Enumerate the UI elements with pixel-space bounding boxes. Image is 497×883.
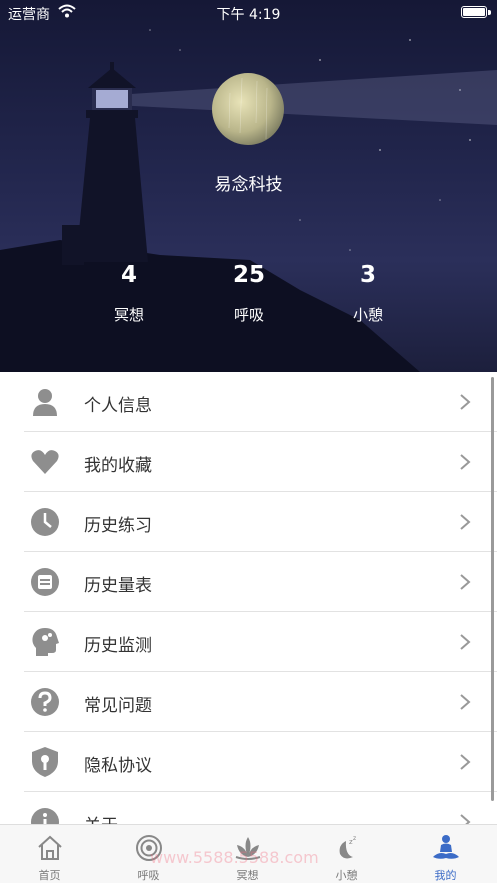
watermark: www.5588.5588.com bbox=[150, 848, 319, 867]
chevron-right-icon bbox=[460, 634, 471, 650]
menu-item-label: 历史练习 bbox=[84, 516, 152, 536]
menu-item-faq[interactable]: 常见问题 bbox=[24, 672, 497, 732]
stat-meditation[interactable]: 4 冥想 bbox=[84, 262, 174, 325]
meditator-icon bbox=[433, 835, 459, 859]
question-icon bbox=[31, 688, 59, 716]
tab-mine[interactable]: 我的 bbox=[396, 825, 495, 883]
stat-value: 25 bbox=[232, 262, 265, 288]
menu-item-label: 个人信息 bbox=[84, 396, 152, 416]
menu-item-label: 历史监测 bbox=[84, 636, 152, 656]
chevron-right-icon bbox=[460, 514, 471, 530]
menu-item-monitor-history[interactable]: 历史监测 bbox=[24, 612, 497, 672]
menu-item-about[interactable]: 关于 bbox=[24, 792, 497, 824]
avatar[interactable] bbox=[212, 73, 284, 145]
menu-item-practice-history[interactable]: 历史练习 bbox=[24, 492, 497, 552]
stat-breathing[interactable]: 25 呼吸 bbox=[204, 262, 294, 325]
heart-icon bbox=[31, 450, 59, 474]
person-icon bbox=[33, 389, 57, 416]
stat-label: 小憩 bbox=[352, 306, 383, 324]
stat-label: 冥想 bbox=[113, 306, 144, 324]
tab-label: 小憩 bbox=[335, 869, 358, 882]
stat-label: 呼吸 bbox=[233, 306, 264, 324]
stat-value: 3 bbox=[359, 262, 376, 288]
chevron-right-icon bbox=[460, 814, 471, 824]
chevron-right-icon bbox=[460, 454, 471, 470]
info-icon bbox=[31, 808, 59, 824]
tab-label: 冥想 bbox=[236, 869, 259, 882]
status-time: 下午 4:19 bbox=[216, 7, 281, 23]
menu-item-favorites[interactable]: 我的收藏 bbox=[24, 432, 497, 492]
chevron-right-icon bbox=[460, 694, 471, 710]
tab-label: 我的 bbox=[434, 869, 457, 882]
chevron-right-icon bbox=[460, 574, 471, 590]
home-icon bbox=[38, 835, 62, 860]
profile-header: 运营商 下午 4:19 易念科技 4 冥想 25 呼吸 3 小憩 bbox=[0, 0, 497, 372]
battery-icon bbox=[461, 6, 487, 18]
tab-home[interactable]: 首页 bbox=[0, 825, 99, 883]
menu-item-label: 隐私协议 bbox=[84, 756, 152, 776]
menu-item-scale-history[interactable]: 历史量表 bbox=[24, 552, 497, 612]
status-bar: 运营商 下午 4:19 bbox=[0, 0, 497, 26]
clock-icon bbox=[31, 508, 59, 536]
settings-menu: 个人信息 我的收藏 历史练习 历史量表 历史监测 常见问题 隐私协议 bbox=[0, 372, 497, 824]
user-name: 易念科技 bbox=[214, 175, 283, 195]
menu-item-label: 历史量表 bbox=[84, 576, 152, 596]
menu-scrollbar[interactable] bbox=[491, 377, 494, 801]
moon-zzz-icon: z z bbox=[339, 835, 356, 859]
menu-item-label: 常见问题 bbox=[84, 696, 152, 716]
stat-nap[interactable]: 3 小憩 bbox=[323, 262, 413, 325]
menu-item-label: 我的收藏 bbox=[84, 456, 152, 476]
scale-sheet-icon bbox=[31, 568, 59, 596]
menu-item-personal-info[interactable]: 个人信息 bbox=[24, 372, 497, 432]
tab-label: 首页 bbox=[38, 869, 61, 882]
shield-icon bbox=[32, 747, 58, 777]
stat-value: 4 bbox=[120, 262, 137, 288]
tab-label: 呼吸 bbox=[137, 869, 160, 882]
head-brain-icon bbox=[32, 628, 59, 656]
chevron-right-icon bbox=[460, 754, 471, 770]
menu-item-label: 关于 bbox=[84, 811, 118, 824]
svg-text:z: z bbox=[353, 835, 356, 842]
menu-item-privacy[interactable]: 隐私协议 bbox=[24, 732, 497, 792]
chevron-right-icon bbox=[460, 394, 471, 410]
